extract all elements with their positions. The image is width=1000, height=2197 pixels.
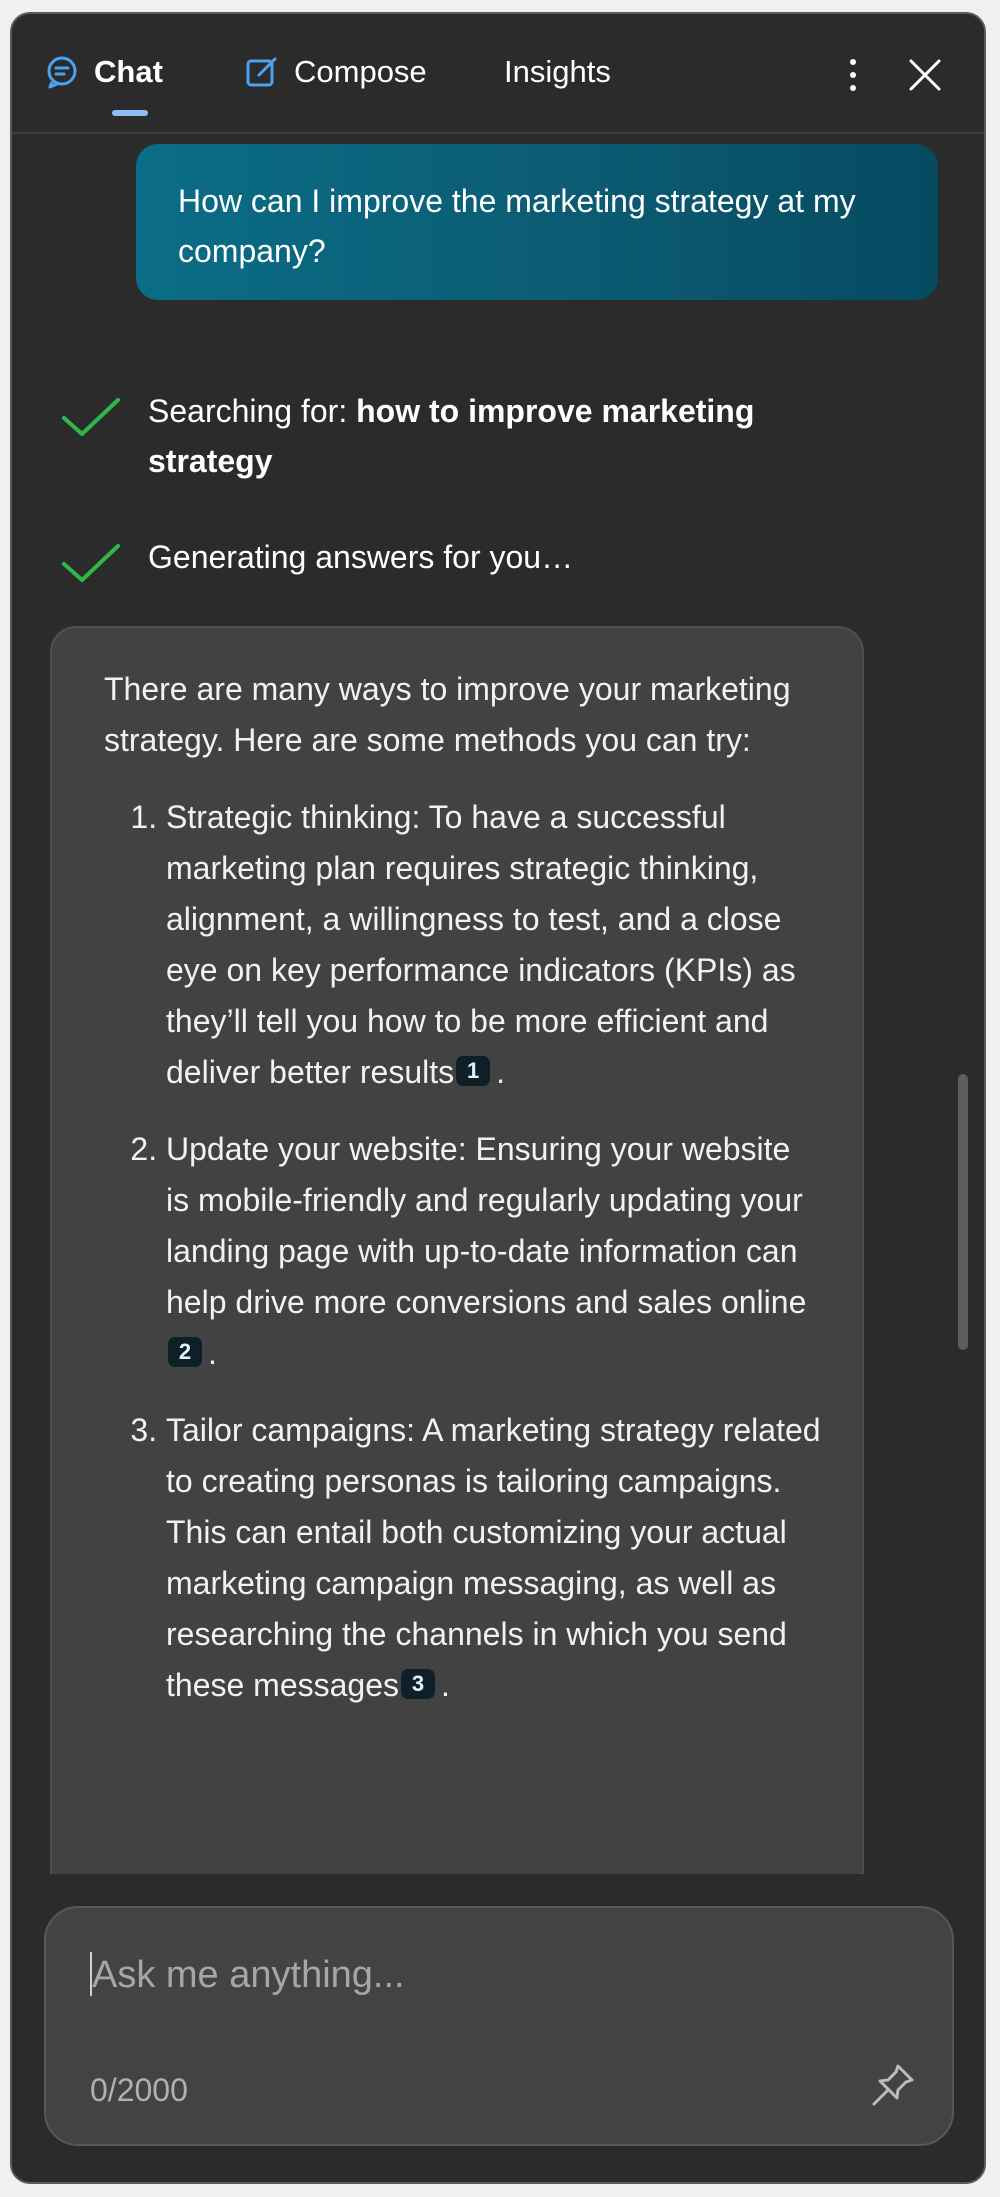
checkmark-icon <box>62 544 120 582</box>
list-item-end: . <box>441 1667 450 1703</box>
compose-icon <box>246 57 277 87</box>
list-item: Strategic thinking: To have a successful… <box>166 792 822 1098</box>
answer-list: Strategic thinking: To have a successful… <box>104 792 822 1711</box>
list-item-text: Strategic thinking: To have a successful… <box>166 799 796 1090</box>
character-counter: 0/2000 <box>90 2072 188 2108</box>
status-searching: Searching for: how to improve marketing … <box>60 386 848 486</box>
composer-box: 0/2000 <box>44 1906 954 2146</box>
text-caret <box>90 1952 92 1996</box>
list-item-text: Tailor campaigns: A marketing strategy r… <box>166 1412 821 1703</box>
citation-badge[interactable]: 3 <box>401 1669 436 1699</box>
list-item: Update your website: Ensuring your websi… <box>166 1124 822 1379</box>
active-tab-indicator <box>112 110 148 116</box>
tab-insights-label: Insights <box>504 54 611 89</box>
pin-icon[interactable] <box>868 2060 918 2110</box>
header-bar: Chat Compose Insights <box>12 14 984 134</box>
list-item-end: . <box>496 1054 506 1090</box>
list-item-end: . <box>208 1335 217 1371</box>
status-searching-prefix: Searching for: <box>148 393 357 429</box>
checkmark-icon <box>62 398 120 436</box>
tab-compose[interactable]: Compose <box>244 50 427 94</box>
tab-chat[interactable]: Chat <box>44 50 163 116</box>
more-vertical-icon[interactable] <box>838 54 868 96</box>
chat-scroll-area[interactable]: How can I improve the marketing strategy… <box>12 134 984 1874</box>
tab-compose-label: Compose <box>294 54 427 89</box>
list-item-text: Update your website: Ensuring your websi… <box>166 1131 807 1320</box>
tab-insights[interactable]: Insights <box>504 50 611 94</box>
status-generating: Generating answers for you… <box>60 532 573 586</box>
copilot-panel: Chat Compose Insights How can I improve … <box>10 12 986 2184</box>
close-icon[interactable] <box>908 58 942 92</box>
user-message-bubble: How can I improve the marketing strategy… <box>136 144 938 300</box>
chat-input[interactable] <box>90 1944 894 2006</box>
assistant-answer-bubble: There are many ways to improve your mark… <box>50 626 864 1874</box>
list-item: Tailor campaigns: A marketing strategy r… <box>166 1405 822 1711</box>
answer-intro: There are many ways to improve your mark… <box>104 671 791 758</box>
scrollbar-thumb[interactable] <box>958 1074 968 1350</box>
status-generating-text: Generating answers for you… <box>148 539 574 575</box>
citation-badge[interactable]: 1 <box>456 1056 491 1086</box>
tab-chat-label: Chat <box>94 54 163 89</box>
chat-bubble-icon <box>47 56 77 89</box>
citation-badge[interactable]: 2 <box>168 1337 202 1367</box>
